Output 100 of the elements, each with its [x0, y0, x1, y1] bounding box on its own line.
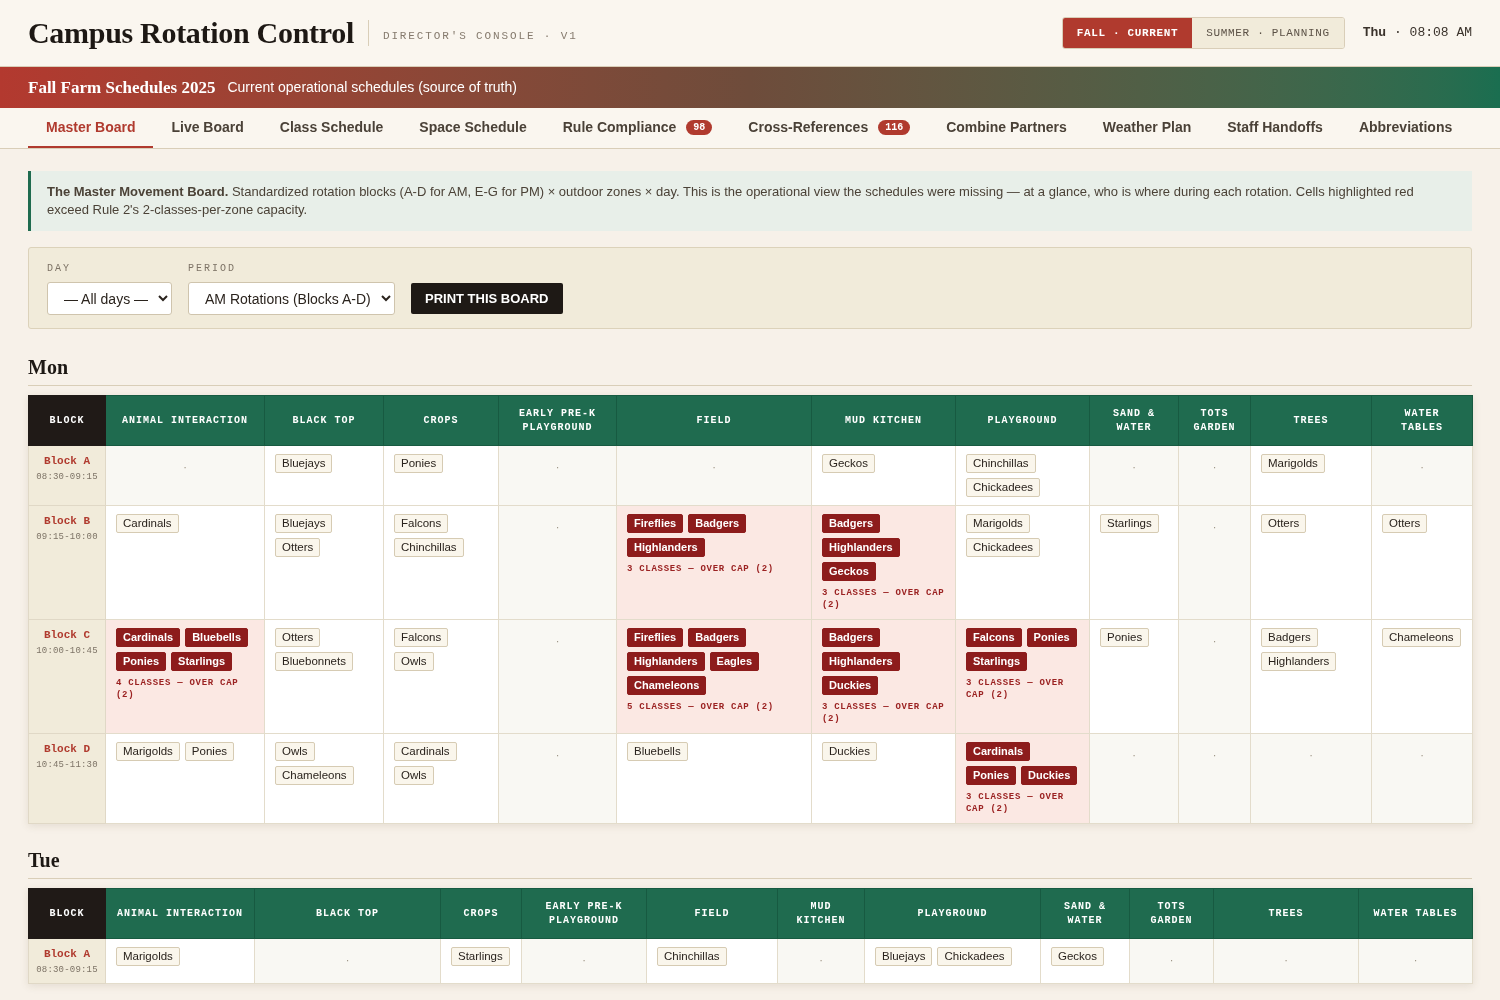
class-tag: Bluejays — [875, 947, 933, 966]
column-header: FIELD — [616, 395, 812, 446]
banner-subtitle: Current operational schedules (source of truth) — [227, 78, 517, 97]
class-tag: Geckos — [822, 454, 875, 473]
over-cap-warning: 3 CLASSES — OVER CAP (2) — [627, 563, 775, 575]
column-header: CROPS — [383, 395, 499, 446]
empty-mark: · — [1420, 461, 1424, 473]
class-tag: Badgers — [688, 628, 747, 647]
class-tag: Bluebonnets — [275, 652, 353, 671]
class-tag: Ponies — [394, 454, 444, 473]
column-header: TOTS GARDEN — [1129, 888, 1214, 939]
nav-tab[interactable]: Combine Partners — [928, 108, 1085, 148]
class-tag: Chickadees — [966, 538, 1041, 557]
column-header: BLOCK — [28, 888, 106, 939]
column-header: SAND & WATER — [1089, 395, 1179, 446]
empty-mark: · — [345, 954, 350, 966]
block-label: Block A — [42, 947, 92, 961]
empty-mark: · — [712, 461, 716, 473]
empty-mark: · — [1212, 521, 1217, 533]
empty-mark: · — [183, 461, 187, 473]
banner-title: Fall Farm Schedules 2025 — [28, 76, 216, 99]
class-tag: Duckies — [1021, 766, 1078, 785]
nav-tab[interactable]: Rule Compliance 98 — [544, 108, 731, 148]
class-tag: Chameleons — [627, 676, 707, 695]
column-header: EARLY PRE-K PLAYGROUND — [521, 888, 647, 939]
column-header: ANIMAL INTERACTION — [105, 888, 255, 939]
block-time: 10:00-10:45 — [35, 645, 99, 657]
empty-mark: · — [1132, 461, 1136, 473]
count-badge: 98 — [686, 119, 713, 135]
class-tag: Highlanders — [627, 538, 705, 557]
column-header: WATER TABLES — [1371, 395, 1473, 446]
empty-mark: · — [1169, 954, 1174, 966]
column-header: MUD KITCHEN — [811, 395, 956, 446]
nav-tab[interactable]: Class Schedule — [261, 108, 402, 148]
class-tag: Marigolds — [116, 742, 180, 761]
class-tag: Highlanders — [1261, 652, 1337, 671]
class-tag: Otters — [1261, 514, 1307, 533]
day-dropdown[interactable]: — All days — — [47, 282, 172, 315]
period-dropdown[interactable]: AM Rotations (Blocks A-D) — [188, 282, 395, 315]
class-tag: Otters — [275, 628, 321, 647]
class-tag: Highlanders — [627, 652, 705, 671]
class-tag: Bluebells — [627, 742, 688, 761]
column-header: BLACK TOP — [264, 395, 384, 446]
class-tag: Chinchillas — [394, 538, 464, 557]
season-button[interactable]: FALL · CURRENT — [1062, 18, 1193, 48]
class-tag: Starlings — [1100, 514, 1159, 533]
field-label: PERIOD — [188, 263, 237, 275]
class-tag: Ponies — [1100, 628, 1150, 647]
class-tag: Owls — [275, 742, 315, 761]
block-label: Block B — [42, 514, 92, 528]
print-button[interactable]: PRINT THIS BOARD — [411, 283, 563, 314]
block-time: 08:30-09:15 — [35, 964, 99, 976]
nav-tab[interactable]: Cross-References 116 — [730, 108, 929, 148]
app-subtitle: DIRECTOR'S CONSOLE · V1 — [382, 28, 578, 44]
nav-tab[interactable]: Weather Plan — [1084, 108, 1210, 148]
clock-text: Thu · 08:08 AM — [1362, 24, 1472, 43]
class-tag: Falcons — [394, 628, 449, 647]
over-cap-warning: 5 CLASSES — OVER CAP (2) — [627, 701, 775, 713]
day-heading: Tue — [28, 848, 60, 872]
day-heading: Mon — [28, 355, 68, 379]
block-label: Block C — [42, 628, 92, 642]
class-tag: Duckies — [822, 676, 879, 695]
nav-tab[interactable]: Staff Handoffs — [1209, 108, 1341, 148]
app-title: Campus Rotation Control — [28, 18, 354, 48]
count-badge: 116 — [878, 119, 911, 135]
class-tag: Badgers — [1261, 628, 1318, 647]
class-tag: Starlings — [171, 652, 233, 671]
over-cap-warning: 3 CLASSES — OVER CAP (2) — [966, 677, 1065, 701]
empty-mark: · — [819, 954, 823, 966]
empty-mark: · — [582, 954, 586, 966]
class-tag: Eagles — [709, 652, 760, 671]
column-header: TOTS GARDEN — [1178, 395, 1251, 446]
class-tag: Badgers — [688, 514, 747, 533]
class-tag: Badgers — [822, 514, 881, 533]
season-button[interactable]: SUMMER · PLANNING — [1192, 18, 1344, 48]
column-header: PLAYGROUND — [955, 395, 1090, 446]
class-tag: Marigolds — [1261, 454, 1325, 473]
column-header: BLOCK — [28, 395, 106, 446]
class-tag: Chickadees — [937, 947, 1012, 966]
over-cap-warning: 3 CLASSES — OVER CAP (2) — [966, 791, 1065, 815]
empty-mark: · — [1212, 461, 1217, 473]
class-tag: Cardinals — [116, 514, 179, 533]
nav-tab[interactable]: Master Board — [28, 108, 154, 148]
nav-tab[interactable]: Live Board — [153, 108, 262, 148]
empty-mark: · — [555, 635, 560, 647]
class-tag: Geckos — [822, 562, 876, 581]
column-header: BLACK TOP — [254, 888, 441, 939]
class-tag: Falcons — [966, 628, 1022, 647]
empty-mark: · — [1284, 954, 1288, 966]
class-tag: Cardinals — [394, 742, 457, 761]
class-tag: Chameleons — [275, 766, 354, 785]
block-label: Block D — [42, 742, 92, 756]
class-tag: Fireflies — [627, 514, 684, 533]
class-tag: Badgers — [822, 628, 881, 647]
empty-mark: · — [1132, 749, 1136, 761]
column-header: ANIMAL INTERACTION — [105, 395, 265, 446]
class-tag: Chinchillas — [966, 454, 1036, 473]
class-tag: Duckies — [822, 742, 877, 761]
nav-tab[interactable]: Space Schedule — [401, 108, 545, 148]
nav-tab[interactable]: Abbreviations — [1340, 108, 1471, 148]
